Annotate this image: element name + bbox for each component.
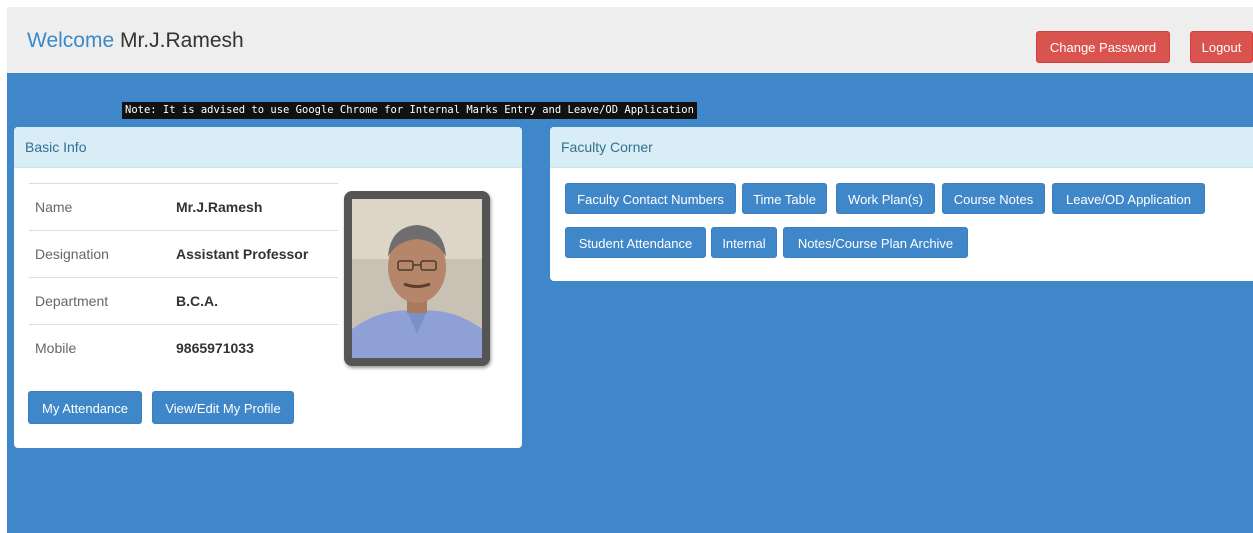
change-password-button[interactable]: Change Password [1036,31,1170,63]
time-table-button[interactable]: Time Table [742,183,827,214]
welcome-text: Welcome Mr.J.Ramesh [27,29,244,53]
info-value: B.C.A. [176,293,218,309]
info-row-designation: Designation Assistant Professor [29,230,338,277]
edit-profile-button[interactable]: View/Edit My Profile [152,391,294,424]
browser-advisory-note: Note: It is advised to use Google Chrome… [122,102,697,119]
basic-info-heading: Basic Info [14,127,522,168]
info-value: Mr.J.Ramesh [176,199,263,215]
faculty-corner-heading: Faculty Corner [550,127,1253,168]
info-row-name: Name Mr.J.Ramesh [29,183,338,230]
basic-info-table: Name Mr.J.Ramesh Designation Assistant P… [29,183,338,371]
info-label: Designation [35,246,109,262]
info-row-department: Department B.C.A. [29,277,338,324]
student-attendance-button[interactable]: Student Attendance [565,227,706,258]
top-navbar: Welcome Mr.J.Ramesh Change Password Logo… [7,7,1253,73]
info-value: Assistant Professor [176,246,309,262]
work-plans-button[interactable]: Work Plan(s) [836,183,935,214]
basic-info-panel: Basic Info Name Mr.J.Ramesh Designation … [14,127,522,448]
info-value: 9865971033 [176,340,254,356]
welcome-prefix: Welcome [27,29,115,52]
course-notes-button[interactable]: Course Notes [942,183,1045,214]
main-content: Note: It is advised to use Google Chrome… [7,73,1253,533]
info-label: Mobile [35,340,77,356]
internal-button[interactable]: Internal [711,227,777,258]
profile-photo-image [352,199,482,358]
welcome-user-name: Mr.J.Ramesh [119,29,244,52]
faculty-corner-panel: Faculty Corner Faculty Contact Numbers T… [550,127,1253,281]
profile-photo [344,191,490,366]
my-attendance-button[interactable]: My Attendance [28,391,142,424]
info-label: Department [35,293,109,309]
logout-button[interactable]: Logout [1190,31,1253,63]
leave-od-application-button[interactable]: Leave/OD Application [1052,183,1205,214]
info-row-mobile: Mobile 9865971033 [29,324,338,371]
info-label: Name [35,199,73,215]
course-plan-archive-button[interactable]: Notes/Course Plan Archive [783,227,968,258]
faculty-contact-numbers-button[interactable]: Faculty Contact Numbers [565,183,736,214]
